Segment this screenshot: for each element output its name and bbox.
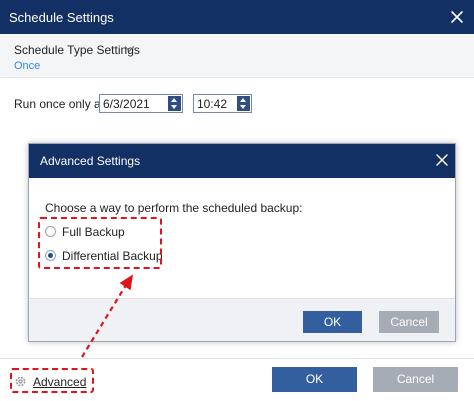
dialog-prompt: Choose a way to perform the scheduled ba… [45, 201, 303, 215]
time-spinner[interactable] [237, 96, 250, 111]
run-once-label: Run once only at [14, 97, 105, 111]
chevron-down-icon[interactable] [124, 45, 135, 53]
spin-up-icon[interactable] [171, 98, 177, 102]
date-value: 6/3/2021 [103, 97, 150, 111]
schedule-type-value: Once [14, 60, 41, 72]
time-field[interactable]: 10:42 [193, 94, 252, 113]
schedule-type-panel: Schedule Type Settings Once [0, 34, 474, 78]
dialog-footer: OK Cancel [29, 298, 455, 341]
close-icon[interactable] [449, 9, 465, 25]
window-title-bar: Schedule Settings [0, 0, 474, 34]
ok-button[interactable]: OK [272, 367, 357, 392]
spin-down-icon[interactable] [171, 105, 177, 109]
spin-down-icon[interactable] [240, 105, 246, 109]
time-value: 10:42 [197, 97, 228, 111]
annotation-highlight-advanced [10, 368, 94, 393]
date-field[interactable]: 6/3/2021 [99, 94, 183, 113]
spin-up-icon[interactable] [240, 98, 246, 102]
annotation-highlight-options [38, 217, 162, 269]
dialog-title: Advanced Settings [40, 154, 141, 168]
cancel-button[interactable]: Cancel [373, 367, 458, 392]
schedule-type-label[interactable]: Schedule Type Settings [14, 43, 140, 57]
dialog-cancel-button[interactable]: Cancel [379, 311, 439, 333]
dialog-ok-button[interactable]: OK [303, 311, 362, 333]
close-icon[interactable] [435, 153, 449, 167]
window-title: Schedule Settings [9, 10, 114, 25]
date-spinner[interactable] [168, 96, 181, 111]
dialog-title-bar: Advanced Settings [29, 144, 455, 178]
